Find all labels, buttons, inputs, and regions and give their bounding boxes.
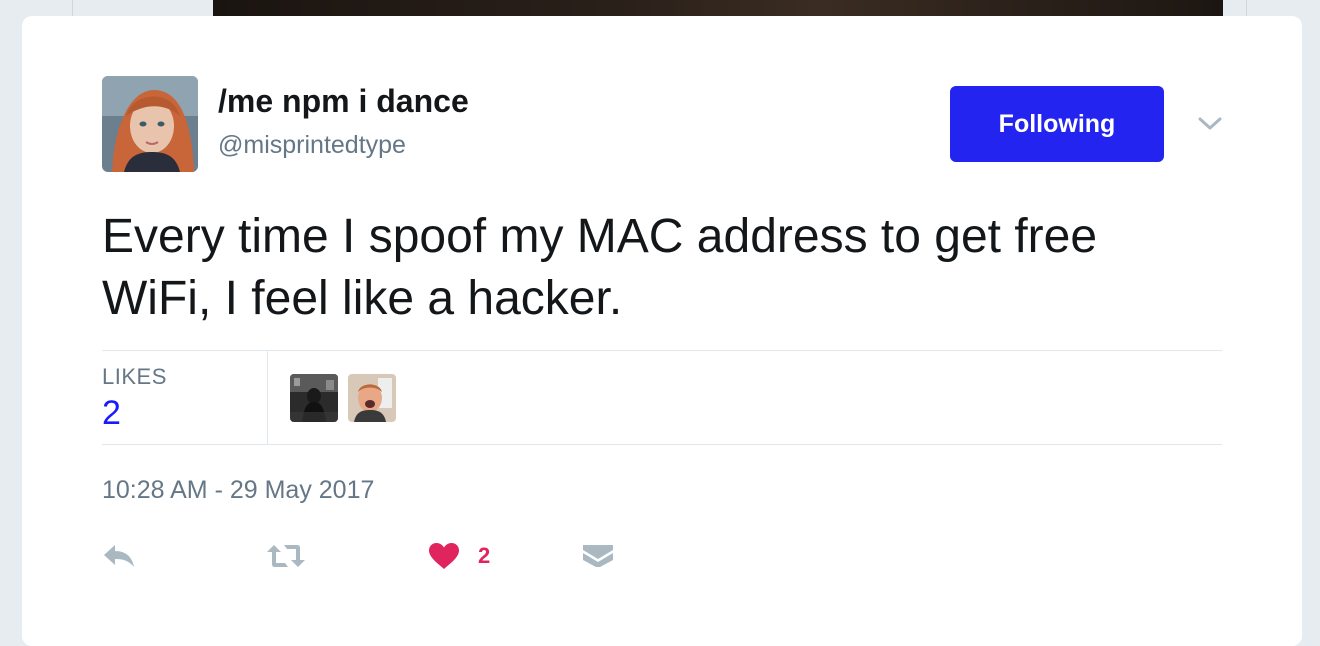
- heart-icon: [429, 543, 459, 569]
- background-divider-left: [72, 0, 73, 16]
- more-options-button[interactable]: [1196, 110, 1224, 138]
- author-handle[interactable]: @misprintedtype: [218, 130, 406, 160]
- tweet-text-line: WiFi, I feel like a hacker.: [102, 272, 623, 325]
- following-button[interactable]: Following: [950, 86, 1164, 162]
- retweet-button[interactable]: [266, 536, 306, 576]
- tweet-text: Every time I spoof my MAC address to get…: [102, 206, 1232, 330]
- tweet-timestamp[interactable]: 10:28 AM - 29 May 2017: [102, 476, 374, 505]
- author-avatar-image: [102, 76, 198, 172]
- background-media-strip: [213, 0, 1223, 16]
- liker-avatar[interactable]: [290, 374, 338, 422]
- liker-avatar-image: [348, 374, 396, 422]
- stats-divider-bottom: [102, 444, 1222, 445]
- liker-avatar[interactable]: [348, 374, 396, 422]
- likes-label: LIKES: [102, 364, 167, 389]
- direct-message-button[interactable]: [582, 536, 614, 576]
- like-count: 2: [478, 543, 491, 568]
- tweet-text-line: Every time I spoof my MAC address to get…: [102, 210, 1098, 263]
- like-button[interactable]: 2: [428, 536, 490, 576]
- stats-divider-top: [102, 350, 1222, 351]
- author-avatar[interactable]: [102, 76, 198, 172]
- retweet-icon: [267, 545, 305, 567]
- envelope-icon: [583, 545, 613, 567]
- background-divider-right: [1246, 0, 1247, 16]
- tweet-card: /me npm i dance @misprintedtype Followin…: [22, 16, 1302, 646]
- likes-count[interactable]: 2: [102, 394, 121, 433]
- reply-icon: [104, 545, 134, 567]
- liker-avatar-image: [290, 374, 338, 422]
- reply-button[interactable]: [102, 536, 136, 576]
- author-display-name[interactable]: /me npm i dance: [218, 81, 469, 121]
- chevron-down-icon: [1198, 117, 1222, 130]
- stats-column-divider: [267, 351, 268, 444]
